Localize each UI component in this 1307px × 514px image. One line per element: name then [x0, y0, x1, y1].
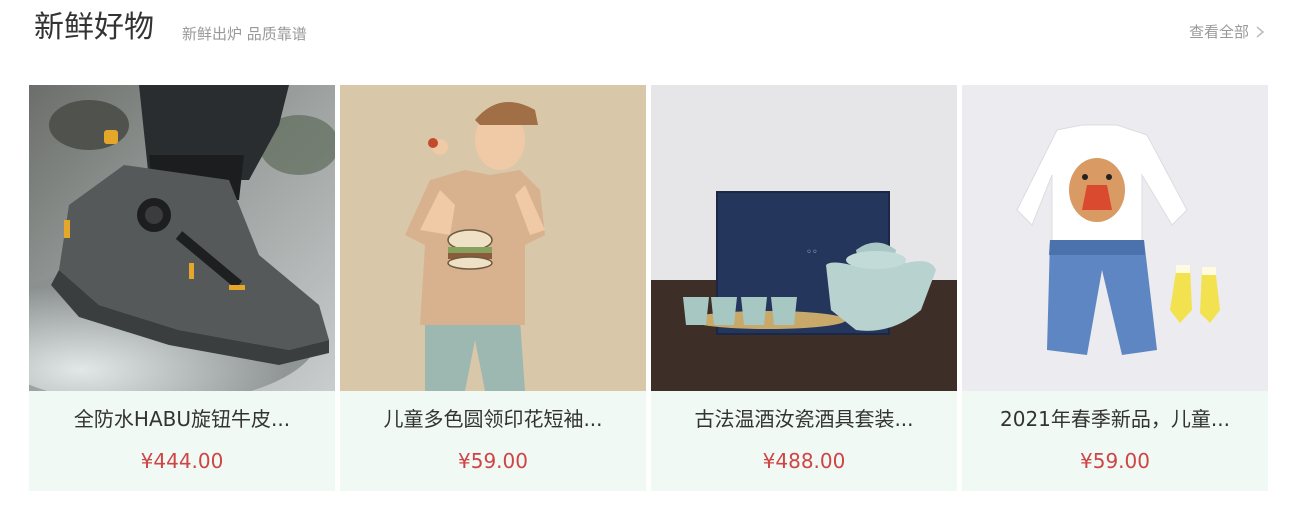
product-price: ¥59.00 — [1080, 449, 1150, 473]
section-title: 新鲜好物 — [34, 10, 154, 45]
product-name[interactable]: 古法温酒汝瓷酒具套装... — [651, 404, 957, 434]
section-header: 新鲜好物 新鲜出炉 品质靠谱 查看全部 — [0, 0, 1307, 70]
section-subtitle: 新鲜出炉 品质靠谱 — [182, 25, 307, 43]
product-image-kids-outfit[interactable] — [962, 85, 1268, 391]
product-grid: 全防水HABU旋钮牛皮... ¥444.00 儿童多色圆领印花短袖... ¥59… — [29, 85, 1268, 491]
product-name[interactable]: 全防水HABU旋钮牛皮... — [29, 404, 335, 434]
product-card[interactable]: 儿童多色圆领印花短袖... ¥59.00 — [340, 85, 646, 491]
product-card[interactable]: ◦◦ 古法温酒汝瓷酒具套装... ¥488.00 — [651, 85, 957, 491]
product-price: ¥59.00 — [458, 449, 528, 473]
chevron-right-icon — [1256, 26, 1265, 38]
product-card[interactable]: 2021年春季新品，儿童... ¥59.00 — [962, 85, 1268, 491]
product-image-shoe[interactable] — [29, 85, 335, 391]
product-image-child-tshirt[interactable] — [340, 85, 646, 391]
product-price: ¥444.00 — [140, 449, 224, 473]
box-logo-icon: ◦◦ — [806, 247, 818, 258]
product-card[interactable]: 全防水HABU旋钮牛皮... ¥444.00 — [29, 85, 335, 491]
product-name[interactable]: 2021年春季新品，儿童... — [962, 404, 1268, 434]
product-name[interactable]: 儿童多色圆领印花短袖... — [340, 404, 646, 434]
view-all-link[interactable]: 查看全部 — [1189, 21, 1267, 43]
view-all-label: 查看全部 — [1188, 23, 1249, 41]
product-price: ¥488.00 — [762, 449, 846, 473]
product-image-celadon-wine-set[interactable]: ◦◦ — [651, 85, 957, 391]
